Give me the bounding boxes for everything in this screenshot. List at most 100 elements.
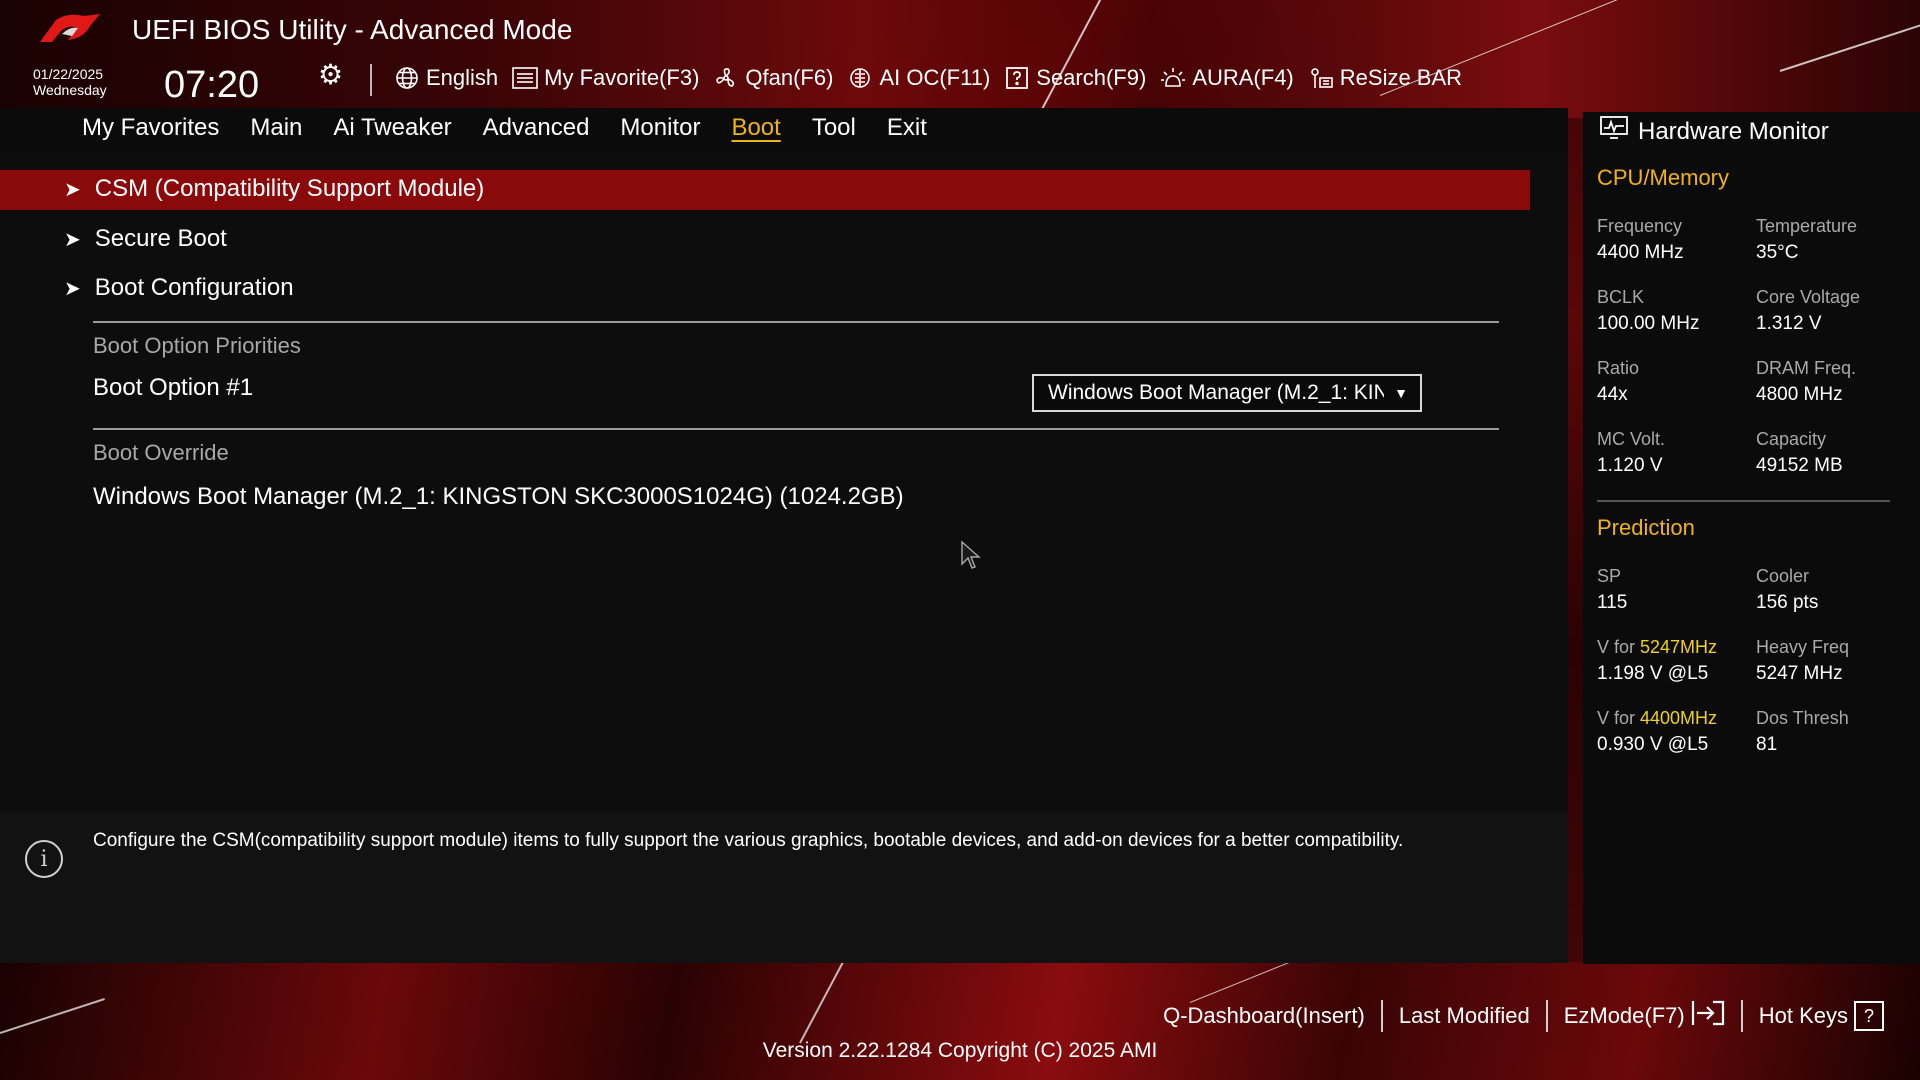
frequency-label: Frequency — [1597, 216, 1683, 236]
main-menu: My Favorites Main Ai Tweaker Advanced Mo… — [82, 114, 927, 142]
weekday-text: Wednesday — [33, 82, 107, 98]
footer-links: Q-Dashboard(Insert) Last Modified EzMode… — [1147, 1000, 1900, 1032]
rog-logo — [40, 14, 100, 42]
v-for-prefix: V for — [1597, 708, 1641, 728]
temperature-value: 35°C — [1756, 242, 1799, 263]
mc-volt-label: MC Volt. — [1597, 429, 1666, 449]
boot-option-1-dropdown[interactable]: Windows Boot Manager (M.2_1: KINGSTON SK… — [1032, 374, 1422, 412]
submenu-boot-configuration-label: Boot Configuration — [94, 274, 294, 301]
capacity-value: 49152 MB — [1756, 455, 1843, 476]
dram-freq-label: DRAM Freq. — [1756, 358, 1857, 378]
q-dashboard-label: Q-Dashboard(Insert) — [1163, 1003, 1365, 1028]
aura-button[interactable]: AURA(F4) — [1160, 65, 1294, 91]
menu-main[interactable]: Main — [250, 114, 302, 142]
header-divider — [370, 64, 372, 96]
my-favorite-button[interactable]: My Favorite(F3) — [512, 65, 699, 91]
date-text: 01/22/2025 — [33, 66, 104, 82]
menu-exit[interactable]: Exit — [887, 114, 927, 142]
my-favorite-label: My Favorite(F3) — [544, 65, 700, 90]
submenu-secure-boot[interactable]: ➤ Secure Boot — [64, 225, 227, 253]
v-for-4400-value: 0.930 V @L5 — [1597, 734, 1709, 755]
dram-freq-value: 4800 MHz — [1756, 384, 1843, 405]
ai-oc-button[interactable]: AI OC(F11) — [847, 65, 990, 91]
core-voltage-value: 1.312 V — [1756, 313, 1822, 334]
q-dashboard-button[interactable]: Q-Dashboard(Insert) — [1147, 1003, 1381, 1029]
cooler-value: 156 pts — [1756, 592, 1819, 613]
mouse-cursor-icon — [961, 540, 981, 569]
hardware-monitor-title: Hardware Monitor — [1600, 116, 1829, 147]
heavy-freq-value: 5247 MHz — [1756, 663, 1843, 684]
arrow-right-icon: ➤ — [64, 277, 81, 300]
ai-oc-label: AI OC(F11) — [879, 65, 991, 90]
version-text: Version 2.22.1284 Copyright (C) 2025 AMI — [762, 1039, 1158, 1062]
last-modified-button[interactable]: Last Modified — [1383, 1003, 1546, 1029]
submenu-secure-boot-label: Secure Boot — [94, 225, 227, 252]
menu-bar: My Favorites Main Ai Tweaker Advanced Mo… — [0, 108, 1568, 158]
aura-light-icon — [1160, 65, 1186, 91]
ezmode-label: EzMode(F7) — [1563, 1003, 1685, 1028]
qfan-label: Qfan(F6) — [745, 65, 834, 90]
v-for-4400-label: V for 4400MHz — [1597, 708, 1717, 729]
menu-ai-tweaker[interactable]: Ai Tweaker — [333, 114, 451, 142]
exit-arrow-icon — [1691, 1000, 1725, 1032]
monitor-icon — [1600, 116, 1628, 147]
mc-volt-value: 1.120 V — [1597, 455, 1663, 476]
dos-thresh-label: Dos Thresh — [1756, 708, 1849, 728]
v-for-prefix: V for — [1597, 637, 1641, 657]
boot-override-heading: Boot Override — [93, 440, 229, 465]
boot-option-priorities-heading: Boot Option Priorities — [93, 333, 301, 358]
temperature-label: Temperature — [1756, 216, 1858, 236]
menu-my-favorites[interactable]: My Favorites — [82, 114, 219, 142]
submenu-boot-configuration[interactable]: ➤ Boot Configuration — [64, 274, 294, 302]
v-for-5247-value: 1.198 V @L5 — [1597, 663, 1709, 684]
help-question-icon: ? — [1854, 1001, 1884, 1031]
cooler-label: Cooler — [1756, 566, 1810, 586]
prediction-heading: Prediction — [1597, 515, 1695, 540]
menu-tool[interactable]: Tool — [812, 114, 856, 142]
boot-option-1-label: Boot Option #1 — [93, 374, 254, 401]
favorite-list-icon — [512, 65, 538, 91]
date-display: 01/22/2025 Wednesday — [33, 66, 107, 98]
globe-icon — [394, 65, 420, 91]
caret-down-icon: ▼ — [1394, 385, 1408, 401]
ezmode-button[interactable]: EzMode(F7) — [1548, 1000, 1741, 1032]
search-label: Search(F9) — [1036, 65, 1147, 90]
ai-chip-icon — [847, 65, 873, 91]
v-for-5247-label: V for 5247MHz — [1597, 637, 1717, 658]
resize-bar-button[interactable]: ReSize BAR — [1308, 65, 1462, 91]
resize-bar-label: ReSize BAR — [1339, 65, 1463, 90]
language-label: English — [426, 65, 499, 90]
help-text: Configure the CSM(compatibility support … — [93, 830, 1404, 851]
language-button[interactable]: English — [394, 65, 498, 91]
sp-value: 115 — [1597, 592, 1628, 613]
submenu-csm[interactable]: ➤ CSM (Compatibility Support Module) — [64, 175, 484, 203]
boot-option-1-value: Windows Boot Manager (M.2_1: KINGSTON SK… — [1048, 381, 1384, 404]
ratio-label: Ratio — [1597, 358, 1640, 378]
search-button[interactable]: Search(F9) — [1004, 65, 1146, 91]
sp-label: SP — [1597, 566, 1622, 586]
bclk-value: 100.00 MHz — [1597, 313, 1700, 334]
qfan-button[interactable]: Qfan(F6) — [713, 65, 833, 91]
arrow-right-icon: ➤ — [64, 228, 81, 251]
fan-icon — [713, 65, 739, 91]
aura-label: AURA(F4) — [1192, 65, 1294, 90]
menu-boot[interactable]: Boot — [731, 114, 780, 142]
clock[interactable]: 07:20 — [164, 64, 259, 107]
cpu-memory-heading: CPU/Memory — [1597, 165, 1730, 190]
submenu-csm-label: CSM (Compatibility Support Module) — [94, 175, 485, 202]
toolbar: English My Favorite(F3) Qfan(F6) AI OC(F… — [394, 62, 1462, 94]
ratio-value: 44x — [1597, 384, 1628, 405]
boot-override-item[interactable]: Windows Boot Manager (M.2_1: KINGSTON SK… — [93, 483, 904, 511]
last-modified-label: Last Modified — [1398, 1003, 1530, 1028]
app-title: UEFI BIOS Utility - Advanced Mode — [132, 14, 573, 45]
hardware-monitor-label: Hardware Monitor — [1638, 117, 1829, 145]
section-divider — [93, 428, 1499, 430]
info-icon: i — [25, 840, 63, 878]
gear-icon[interactable]: ⚙ — [318, 58, 343, 91]
v-for-5247-freq: 5247MHz — [1640, 637, 1718, 657]
hot-keys-button[interactable]: Hot Keys ? — [1743, 1001, 1900, 1031]
menu-advanced[interactable]: Advanced — [483, 114, 590, 142]
section-divider — [93, 321, 1499, 323]
menu-monitor[interactable]: Monitor — [620, 114, 700, 142]
core-voltage-label: Core Voltage — [1756, 287, 1861, 307]
